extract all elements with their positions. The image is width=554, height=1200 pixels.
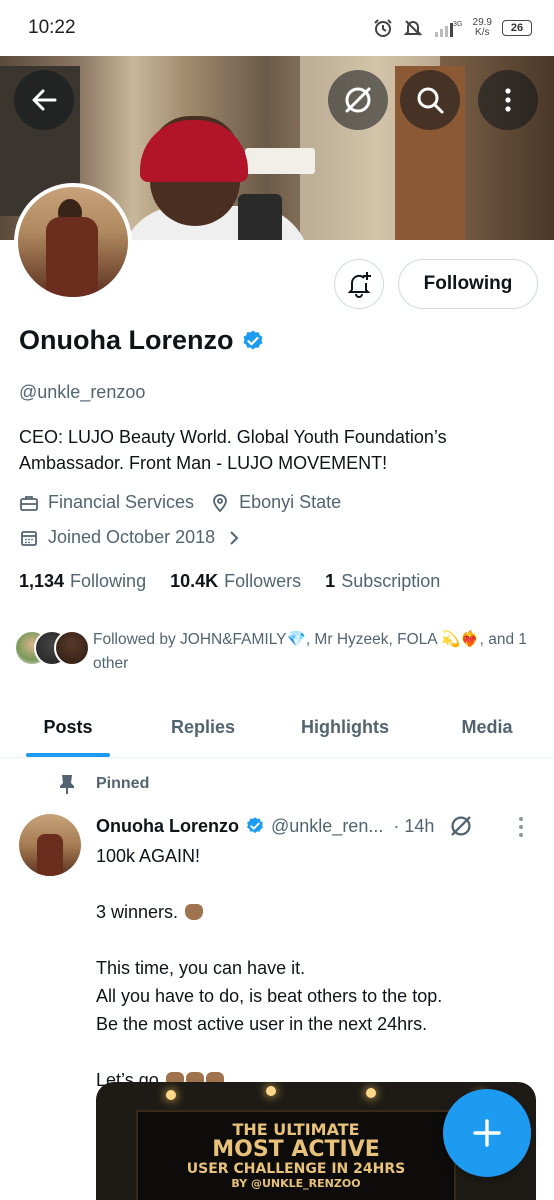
status-time: 10:22 [28, 17, 76, 38]
calendar-icon [21, 530, 37, 546]
network-speed: 29.9 K/s [473, 18, 492, 38]
profile-location-text: Ebonyi State [239, 492, 342, 512]
following-stat[interactable]: 1,134 Following [19, 571, 146, 592]
chevron-right-icon [230, 530, 239, 545]
profile-stats: 1,134 Following 10.4K Followers 1 Subscript… [19, 571, 440, 592]
following-count: 1,134 [19, 571, 65, 591]
search-button[interactable] [400, 70, 460, 130]
verified-badge-icon [247, 817, 263, 834]
more-vertical-icon [519, 817, 523, 837]
tweet-avatar-suit [37, 834, 63, 876]
profile-name-text: Onuoha Lorenzo [19, 325, 234, 355]
fist-emoji [185, 904, 204, 920]
pinned-indicator: Pinned [58, 773, 149, 795]
tweet-more-button[interactable] [516, 816, 526, 843]
mute-icon [403, 20, 422, 36]
followed-by-avatars [14, 628, 90, 668]
profile-location: Ebonyi State [210, 492, 341, 513]
media-caption-line: MOST ACTIVE [212, 1137, 380, 1162]
profile-avatar[interactable] [14, 183, 132, 301]
avatar-suit [46, 217, 98, 297]
pin-icon [60, 775, 74, 794]
follower-avatar [54, 630, 90, 666]
media-caption-line: BY @UNKLE_RENZOO [231, 1177, 361, 1190]
tweet-author-avatar[interactable] [19, 814, 81, 876]
compose-post-button[interactable] [443, 1089, 531, 1177]
alarm-icon [373, 19, 392, 37]
profile-category: Financial Services [19, 492, 194, 513]
network-speed-unit: K/s [475, 27, 490, 38]
tweet-line-text: 3 winners. [96, 902, 179, 922]
grok-icon [345, 87, 371, 113]
location-pin-icon [213, 493, 227, 512]
tab-posts[interactable]: Posts [0, 698, 136, 757]
subscription-label: Subscription [341, 571, 441, 591]
grok-icon [451, 816, 471, 836]
followed-by-text: Followed by JOHN&FAMILY💎, Mr Hyzeek, FOL… [93, 631, 528, 672]
subscription-stat[interactable]: 1 Subscription [325, 571, 440, 592]
tweet-author-name[interactable]: Onuoha Lorenzo [96, 816, 239, 837]
followers-stat[interactable]: 10.4K Followers [170, 571, 301, 592]
tweet-line: 3 winners. [96, 898, 536, 926]
profile-avatar-image [18, 187, 128, 297]
followed-by[interactable]: Followed by JOHN&FAMILY💎, Mr Hyzeek, FOL… [14, 628, 533, 676]
tab-replies[interactable]: Replies [136, 698, 270, 757]
search-icon [417, 87, 444, 114]
status-bar: 10:22 3G 29.9 K/s 26 [0, 0, 554, 56]
tweet-author-handle[interactable]: @unkle_ren... [271, 816, 383, 837]
profile-joined-text: Joined October 2018 [48, 527, 216, 547]
tweet-line: All you have to do, is beat others to th… [96, 986, 443, 1006]
banner-air-conditioner [245, 148, 315, 174]
svg-text:3G: 3G [453, 21, 462, 28]
followers-label: Followers [224, 571, 302, 591]
profile-tabs: Posts Replies Highlights Media [0, 698, 554, 758]
profile-category-text: Financial Services [48, 492, 195, 512]
profile-meta-row: Financial Services Ebonyi State [19, 492, 357, 513]
back-button[interactable] [14, 70, 74, 130]
tweet-blank-line [96, 926, 536, 954]
profile-joined[interactable]: Joined October 2018 [19, 527, 250, 548]
tweet-text: 100k AGAIN! 3 winners. This time, you ca… [96, 842, 536, 1094]
tweet-timestamp[interactable]: · 14h [393, 816, 434, 837]
notifications-button[interactable] [334, 259, 384, 309]
tab-media[interactable]: Media [420, 698, 554, 757]
verified-badge-icon [243, 330, 263, 349]
tweet-line: This time, you can have it. [96, 958, 306, 978]
tweet-line: 100k AGAIN! [96, 846, 201, 866]
media-caption-line: USER CHALLENGE IN 24HRS [186, 1161, 406, 1177]
tweet-blank-line [96, 1038, 536, 1066]
briefcase-icon [20, 495, 38, 511]
media-ceiling-light [166, 1090, 176, 1100]
media-caption: THE ULTIMATE MOST ACTIVE USER CHALLENGE … [136, 1120, 456, 1190]
tweet-grok-button[interactable] [448, 813, 474, 839]
profile-name: Onuoha Lorenzo [19, 325, 265, 356]
tab-highlights[interactable]: Highlights [270, 698, 420, 757]
banner-red-cap [140, 120, 248, 182]
grok-button[interactable] [328, 70, 388, 130]
banner-phone [238, 194, 282, 240]
following-label: Following [70, 571, 147, 591]
profile-handle: @unkle_renzoo [19, 382, 146, 402]
profile-bio: CEO: LUJO Beauty World. Global Youth Fou… [19, 427, 447, 473]
more-vertical-icon [505, 88, 511, 112]
status-icons: 3G 29.9 K/s 26 [373, 18, 532, 38]
plus-icon [473, 1119, 501, 1147]
battery-indicator: 26 [502, 20, 532, 36]
subscription-count: 1 [325, 571, 336, 591]
tweet-line: Be the most active user in the next 24hr… [96, 1014, 428, 1034]
media-ceiling-light [366, 1088, 376, 1098]
pinned-label: Pinned [96, 775, 150, 792]
arrow-left-icon [32, 89, 57, 111]
tweet-header: Onuoha Lorenzo @unkle_ren... · 14h [96, 812, 536, 840]
signal-icon: 3G [434, 21, 462, 37]
bell-plus-icon [347, 272, 371, 298]
more-options-button[interactable] [478, 70, 538, 130]
media-ceiling-light [266, 1086, 276, 1096]
followers-count: 10.4K [170, 571, 219, 591]
tweet-blank-line [96, 870, 536, 898]
following-button[interactable]: Following [398, 259, 538, 309]
